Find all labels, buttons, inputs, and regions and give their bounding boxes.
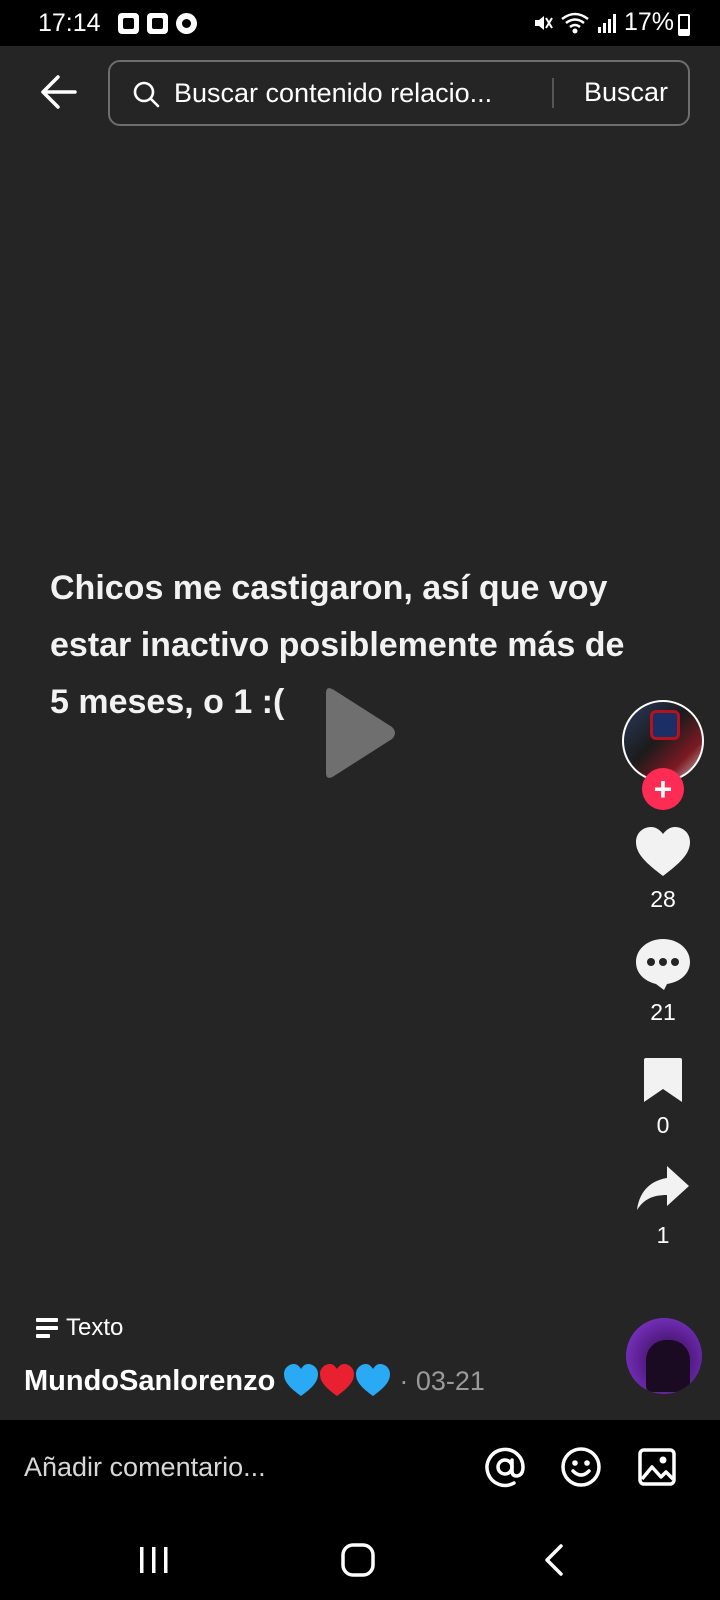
like-count: 28 (650, 886, 676, 912)
emoji-button[interactable] (558, 1444, 604, 1490)
blue-heart-icon (356, 1364, 391, 1396)
image-button[interactable] (634, 1444, 680, 1490)
comment-actions (482, 1444, 680, 1490)
recorder-icon (147, 13, 168, 34)
top-bar: Buscar contenido relacio... Buscar (0, 46, 720, 142)
club-crest-icon (650, 710, 680, 740)
save-count: 0 (656, 1112, 670, 1138)
comment-icon (636, 939, 690, 990)
heart-icon (636, 827, 690, 876)
sound-disc-avatar[interactable] (626, 1318, 702, 1394)
comment-input[interactable]: Añadir comentario... (24, 1452, 266, 1483)
search-divider (552, 78, 554, 108)
battery-percentage: 17% (623, 8, 674, 36)
recent-apps-icon (140, 1547, 168, 1573)
at-sign-icon (485, 1447, 525, 1488)
comment-bar: Añadir comentario... (0, 1418, 720, 1518)
gallery-icon (118, 13, 139, 34)
bookmark-icon (644, 1058, 682, 1102)
author-emoji (283, 1364, 391, 1398)
battery-icon (678, 14, 690, 36)
text-lines-icon (36, 1318, 58, 1338)
author-row: MundoSanlorenzo · 03-21 (24, 1364, 485, 1398)
author-name[interactable]: MundoSanlorenzo (24, 1365, 275, 1398)
post-date: · 03-21 (399, 1365, 485, 1396)
signal-icon (597, 13, 616, 33)
system-back-button[interactable] (524, 1538, 584, 1582)
save-button[interactable]: 0 (622, 1056, 704, 1139)
post-type-tag: Texto (36, 1314, 123, 1342)
smiley-icon (561, 1447, 601, 1487)
status-time: 17:14 (38, 9, 101, 37)
share-arrow-icon (637, 1166, 689, 1210)
red-heart-icon (320, 1364, 355, 1396)
search-bar[interactable]: Buscar contenido relacio... Buscar (108, 60, 690, 126)
post-type-label: Texto (66, 1314, 124, 1341)
comment-button[interactable]: 21 (622, 937, 704, 1026)
follow-button[interactable]: + (642, 768, 684, 810)
blue-heart-icon (284, 1364, 319, 1396)
like-button[interactable]: 28 (622, 826, 704, 913)
mention-button[interactable] (482, 1444, 528, 1490)
search-button[interactable]: Buscar (584, 77, 668, 108)
home-button[interactable] (328, 1538, 388, 1582)
system-nav-bar (0, 1518, 720, 1600)
comment-count: 21 (650, 999, 676, 1025)
recent-apps-button[interactable] (124, 1538, 184, 1582)
chevron-left-icon (545, 1544, 563, 1576)
wifi-icon (561, 12, 589, 33)
sound-cover-figure (646, 1340, 690, 1392)
home-icon (341, 1543, 375, 1577)
status-notification-icons (118, 13, 197, 34)
play-icon[interactable] (320, 683, 400, 783)
search-input[interactable]: Buscar contenido relacio... (174, 78, 530, 109)
search-icon (133, 81, 160, 108)
share-button[interactable]: 1 (622, 1164, 704, 1249)
arrow-left-icon (41, 75, 77, 109)
image-icon (638, 1448, 676, 1486)
share-count: 1 (656, 1222, 670, 1248)
status-bar: 17:14 17% (0, 0, 720, 46)
mute-icon (534, 15, 553, 30)
back-button[interactable] (34, 68, 82, 116)
shazam-icon (176, 13, 197, 34)
status-system-icons: 17% (532, 8, 674, 37)
